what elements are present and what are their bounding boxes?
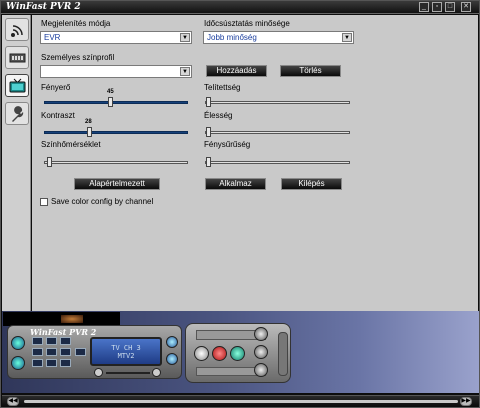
restore-icon[interactable]: ▫ xyxy=(432,2,442,12)
brightness-value: 45 xyxy=(107,89,114,95)
remote-button-2[interactable] xyxy=(46,337,57,345)
timeshift-quality-label: Időcsúsztatás minősége xyxy=(204,19,290,28)
title-bar[interactable]: WinFast PVR 2 _ ▫ □ ✕ xyxy=(1,1,479,14)
brightness-label: Fényerő xyxy=(41,83,71,92)
seek-track[interactable] xyxy=(24,400,458,403)
display-mode-value: EVR xyxy=(44,33,61,42)
signal-tab[interactable] xyxy=(5,18,29,41)
delete-profile-button[interactable]: Törlés xyxy=(280,65,341,77)
antenna-icon xyxy=(11,25,23,37)
video-preview xyxy=(3,312,120,326)
tv-tab[interactable] xyxy=(5,74,29,97)
fast-forward-icon[interactable]: ▶▶ xyxy=(460,397,472,406)
side-handle[interactable] xyxy=(278,332,288,376)
tools-tab[interactable] xyxy=(5,102,29,125)
channel-down-icon[interactable] xyxy=(166,353,178,365)
sharpness-label: Élesség xyxy=(204,111,233,120)
brightness-slider[interactable]: 45 xyxy=(44,89,188,107)
timeshift-quality-select[interactable]: Jobb minőség ▼ xyxy=(203,31,354,44)
volume-down-icon[interactable] xyxy=(94,368,103,377)
remote-button-1[interactable] xyxy=(32,337,43,345)
minimize-icon[interactable]: _ xyxy=(419,2,429,12)
video-frame xyxy=(61,315,83,323)
tuner-card-icon xyxy=(9,53,26,63)
channel-name: MTV2 xyxy=(117,352,135,360)
default-button[interactable]: Alapértelmezett xyxy=(74,178,160,190)
color-temp-slider[interactable] xyxy=(44,157,188,167)
contrast-value: 28 xyxy=(85,119,92,125)
tv-icon xyxy=(9,78,26,93)
saturation-thumb[interactable] xyxy=(206,97,211,107)
remote-button-6[interactable] xyxy=(60,348,71,356)
saturation-label: Telítettség xyxy=(204,83,241,92)
luminance-thumb[interactable] xyxy=(206,157,211,167)
save-by-channel-checkbox[interactable] xyxy=(40,198,48,206)
save-by-channel-label: Save color config by channel xyxy=(51,197,154,206)
device-tab[interactable] xyxy=(5,46,29,69)
remote-button-7[interactable] xyxy=(32,359,43,367)
playback-panel xyxy=(185,323,291,383)
remote-button-9[interactable] xyxy=(60,359,71,367)
display-mode-select[interactable]: EVR ▼ xyxy=(40,31,192,44)
app-window: WinFast PVR 2 _ ▫ □ ✕ Megjelenítés módja… xyxy=(0,0,480,408)
play-icon[interactable] xyxy=(230,346,245,361)
apply-button[interactable]: Alkalmaz xyxy=(205,178,266,190)
window-title: WinFast PVR 2 xyxy=(6,2,81,12)
volume-slider[interactable] xyxy=(106,372,150,374)
chevron-down-icon[interactable]: ▼ xyxy=(180,33,190,42)
remote-button-5[interactable] xyxy=(46,348,57,356)
close-icon[interactable]: ✕ xyxy=(461,2,471,12)
remote-title: WinFast PVR 2 xyxy=(30,327,97,337)
remote-button-4[interactable] xyxy=(32,348,43,356)
remote-control-panel: WinFast PVR 2 TV CH 3 MTV2 xyxy=(7,325,182,379)
color-profile-label: Személyes színprofil xyxy=(41,53,115,62)
power-icon[interactable] xyxy=(11,336,25,350)
channel-display: TV CH 3 MTV2 xyxy=(90,337,162,366)
channel-up-icon[interactable] xyxy=(166,336,178,348)
sharpness-slider[interactable] xyxy=(205,127,350,137)
grid-icon[interactable] xyxy=(254,363,268,377)
color-temp-label: Színhőmérséklet xyxy=(41,140,101,149)
luminance-slider[interactable] xyxy=(205,157,350,167)
chevron-down-icon[interactable]: ▼ xyxy=(180,67,190,76)
stop-icon[interactable] xyxy=(194,346,209,361)
luminance-label: Fénysűrűség xyxy=(204,140,251,149)
color-temp-thumb[interactable] xyxy=(47,157,52,167)
brightness-thumb[interactable] xyxy=(108,97,113,107)
lock-icon[interactable] xyxy=(254,345,268,359)
channel-line: TV CH 3 xyxy=(111,344,141,352)
remote-button-0[interactable] xyxy=(75,348,86,356)
seek-bar[interactable]: ◀◀ ▶▶ xyxy=(2,395,479,407)
rewind-icon[interactable]: ◀◀ xyxy=(7,397,19,406)
contrast-label: Kontraszt xyxy=(41,111,75,120)
contrast-thumb[interactable] xyxy=(87,127,92,137)
saturation-slider[interactable] xyxy=(205,97,350,107)
volume-up-icon[interactable] xyxy=(152,368,161,377)
exit-button[interactable]: Kilépés xyxy=(281,178,342,190)
chevron-down-icon[interactable]: ▼ xyxy=(342,33,352,42)
display-mode-label: Megjelenítés módja xyxy=(41,19,111,28)
remote-button-8[interactable] xyxy=(46,359,57,367)
sidebar xyxy=(2,15,31,311)
record-mode-icon[interactable] xyxy=(11,356,25,370)
timeshift-quality-value: Jobb minőség xyxy=(207,33,257,42)
contrast-slider[interactable]: 28 xyxy=(44,119,188,137)
wrench-icon xyxy=(12,106,24,122)
video-area: WinFast PVR 2 TV CH 3 MTV2 xyxy=(2,311,479,393)
add-profile-button[interactable]: Hozzáadás xyxy=(206,65,267,77)
color-settings-panel: Megjelenítés módja EVR ▼ Időcsúsztatás m… xyxy=(32,15,478,311)
remote-button-3[interactable] xyxy=(60,337,71,345)
record-icon[interactable] xyxy=(212,346,227,361)
color-profile-select[interactable]: ▼ xyxy=(40,65,192,78)
sharpness-thumb[interactable] xyxy=(206,127,211,137)
menu-icon[interactable] xyxy=(254,327,268,341)
maximize-icon[interactable]: □ xyxy=(445,2,455,12)
